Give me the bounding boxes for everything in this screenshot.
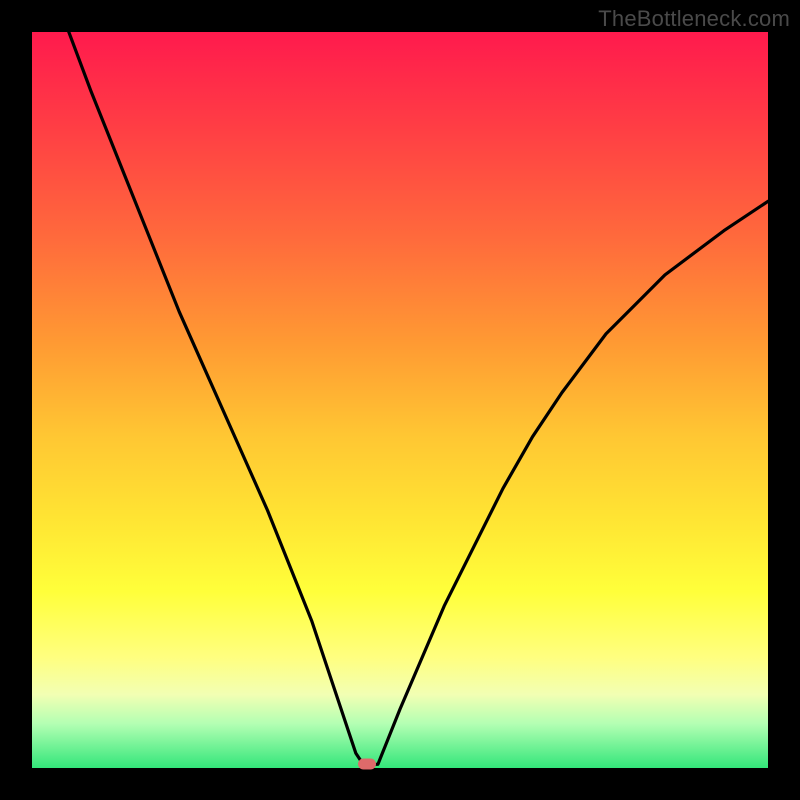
plot-area: [32, 32, 768, 768]
watermark-text: TheBottleneck.com: [598, 6, 790, 32]
bottleneck-curve-path: [69, 32, 768, 764]
chart-frame: TheBottleneck.com: [0, 0, 800, 800]
minimum-marker: [358, 759, 376, 770]
curve-svg: [32, 32, 768, 768]
